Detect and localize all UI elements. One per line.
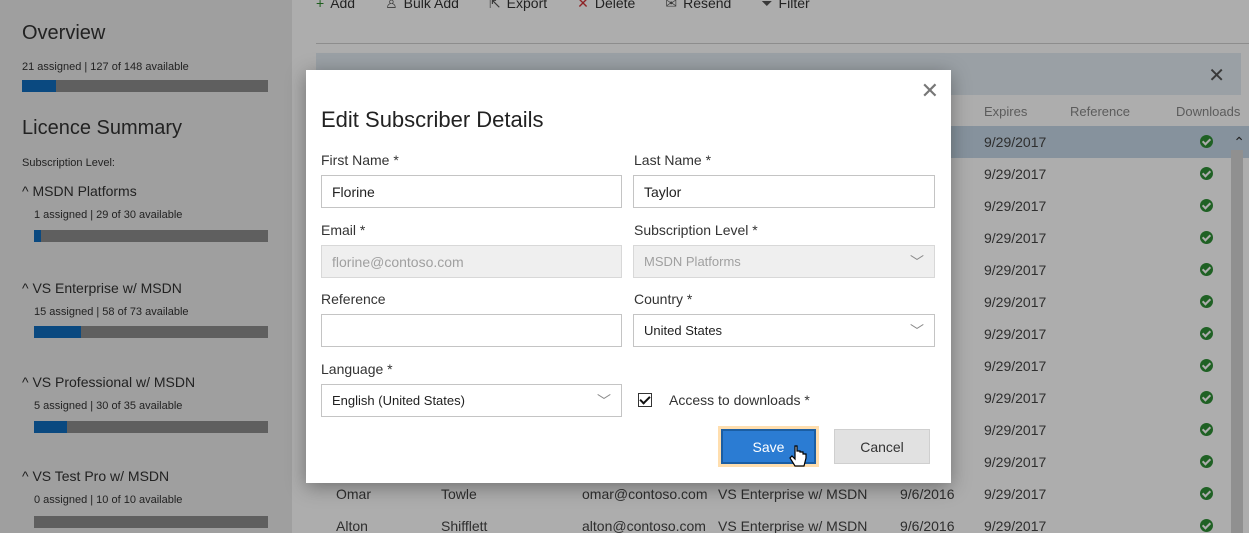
language-select[interactable]: English (United States) ﹀ (321, 384, 622, 417)
chevron-down-icon: ﹀ (597, 393, 611, 409)
access-downloads-label: Access to downloads * (669, 392, 810, 408)
reference-label: Reference (321, 291, 386, 307)
last-name-label: Last Name * (634, 152, 712, 168)
cancel-button[interactable]: Cancel (834, 429, 930, 464)
edit-subscriber-dialog: ✕ Edit Subscriber Details First Name * F… (306, 70, 951, 483)
subscription-level-label: Subscription Level * (634, 222, 758, 238)
email-label: Email * (321, 222, 366, 238)
chevron-down-icon: ﹀ (910, 323, 924, 339)
subscription-level-select: MSDN Platforms ﹀ (633, 245, 935, 278)
language-label: Language * (321, 361, 393, 377)
reference-field[interactable] (321, 314, 622, 347)
chevron-down-icon: ﹀ (910, 254, 924, 270)
close-icon[interactable]: ✕ (921, 78, 939, 104)
last-name-field[interactable]: Taylor (633, 175, 935, 208)
pointer-cursor-icon (789, 445, 807, 467)
email-field: florine@contoso.com (321, 245, 622, 278)
country-select[interactable]: United States ﹀ (633, 314, 935, 347)
access-downloads-checkbox[interactable] (638, 393, 652, 407)
first-name-label: First Name * (321, 152, 399, 168)
first-name-field[interactable]: Florine (321, 175, 622, 208)
dialog-title: Edit Subscriber Details (321, 107, 544, 132)
country-label: Country * (634, 291, 693, 307)
